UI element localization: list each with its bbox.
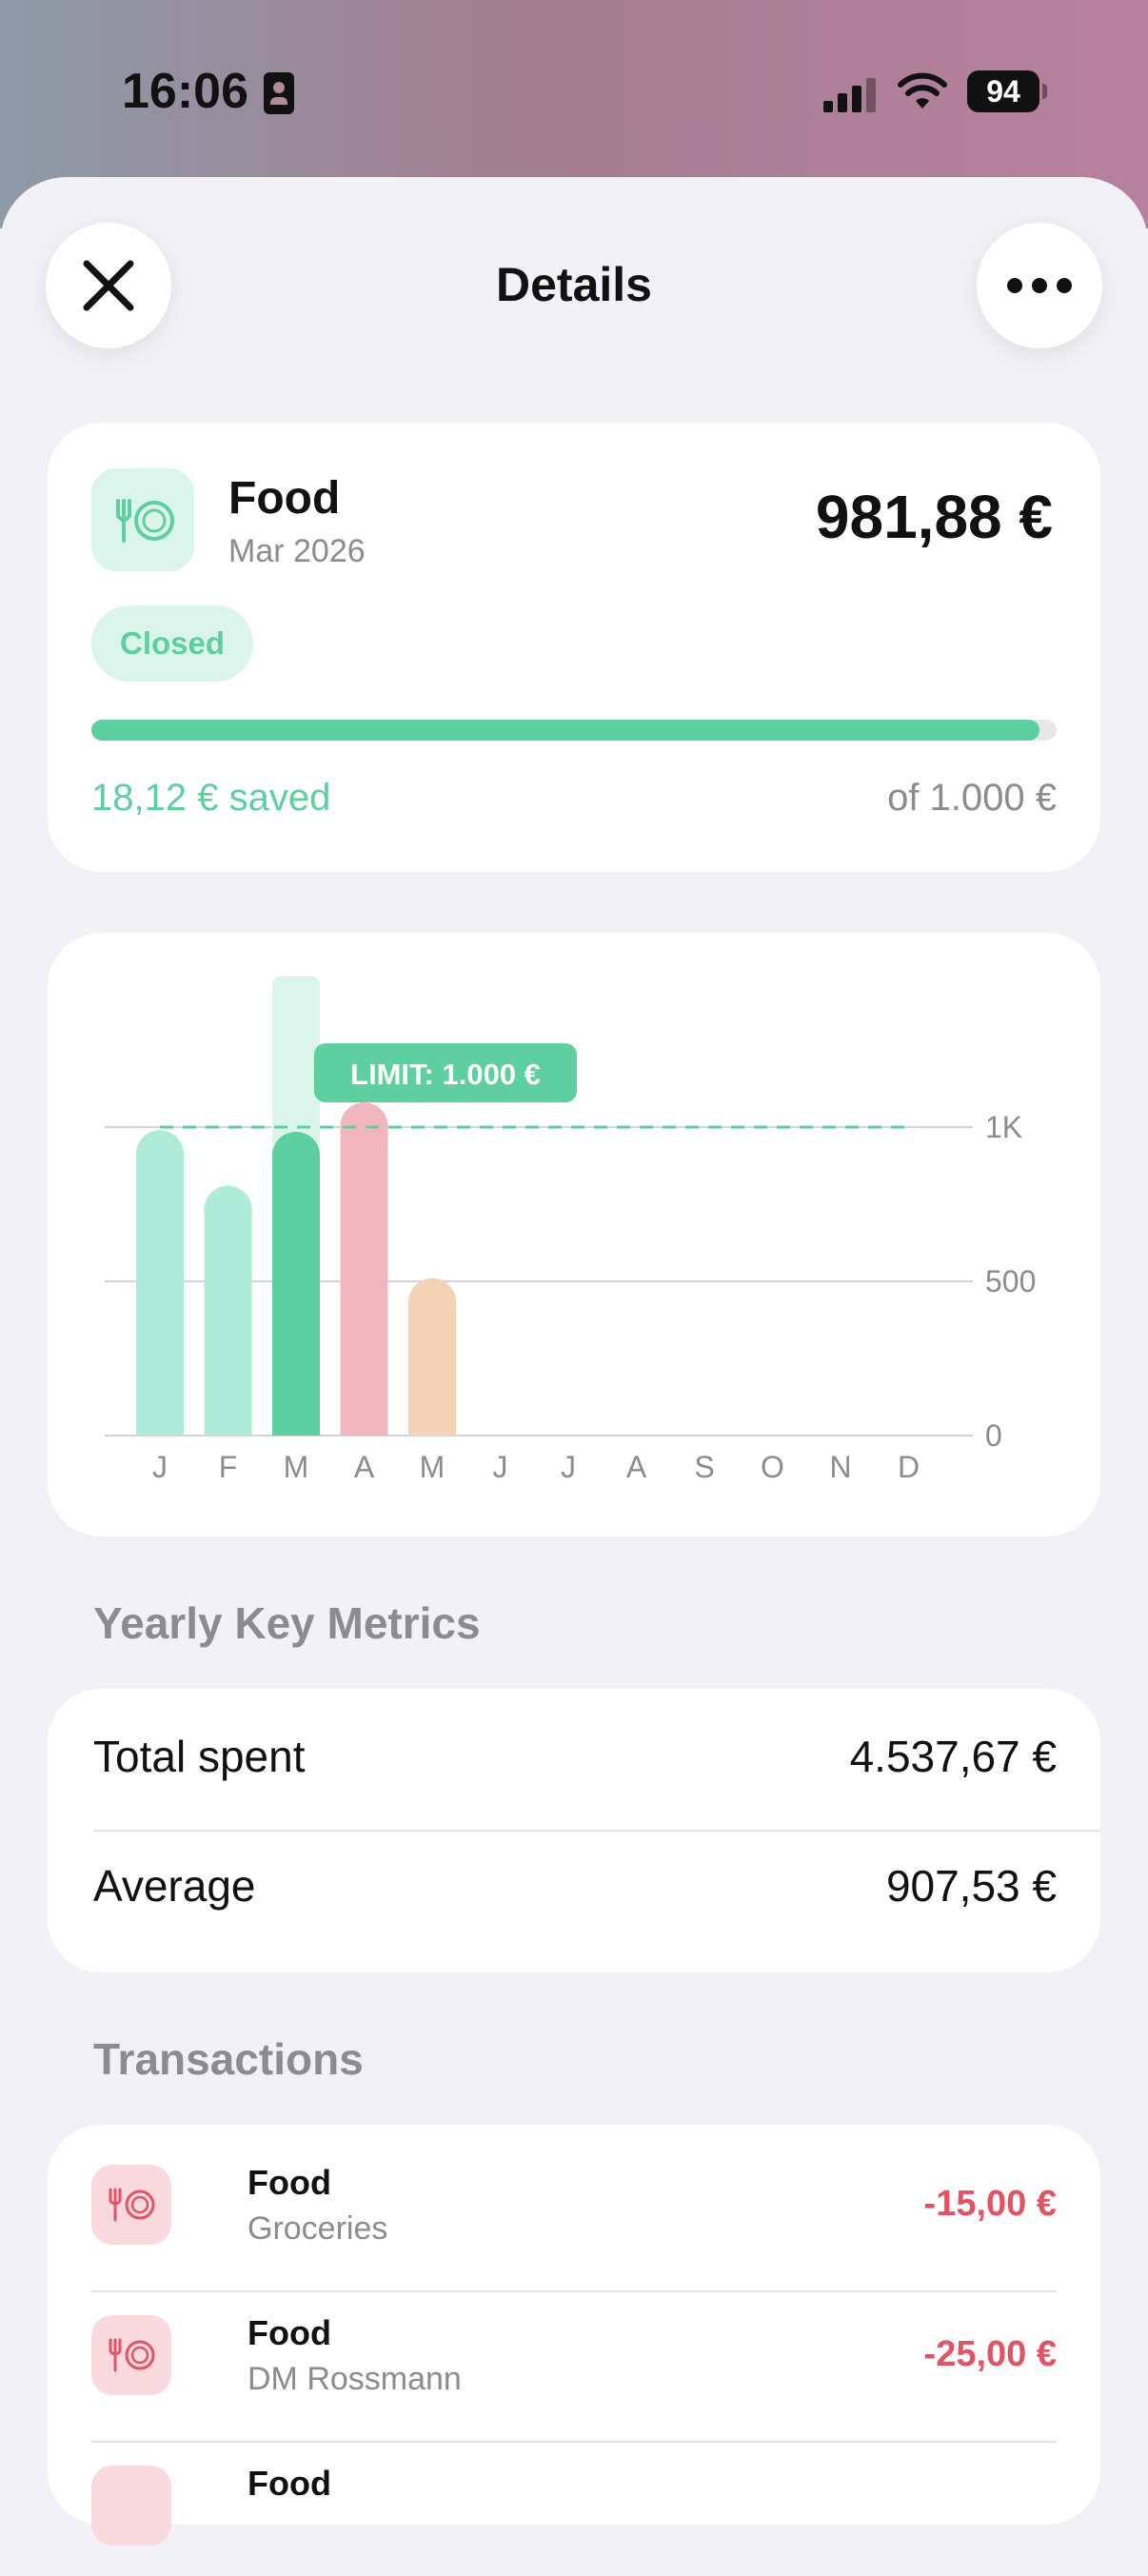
cellular-signal-icon bbox=[823, 76, 881, 112]
metric-label: Total spent bbox=[93, 1732, 306, 1781]
x-tick-label: M bbox=[420, 1450, 445, 1484]
food-icon bbox=[91, 2165, 171, 2245]
x-tick-label: A bbox=[354, 1450, 375, 1484]
transaction-title: Food bbox=[247, 2313, 331, 2352]
metric-value: 907,53 € bbox=[885, 1861, 1057, 1911]
x-tick-label: F bbox=[219, 1450, 238, 1484]
x-tick-label: J bbox=[561, 1450, 576, 1484]
transaction-subtitle: DM Rossmann bbox=[247, 2361, 462, 2397]
x-tick-label: J bbox=[493, 1450, 508, 1484]
x-tick-label: J bbox=[152, 1450, 168, 1484]
transaction-row[interactable]: Food Groceries -15,00 € bbox=[91, 2125, 1057, 2275]
category-name: Food bbox=[228, 473, 341, 524]
transaction-amount: -15,00 € bbox=[923, 2184, 1057, 2224]
x-tick-label: N bbox=[829, 1450, 851, 1484]
key-metrics-card: Total spent 4.537,67 € Average 907,53 € bbox=[48, 1689, 1100, 1972]
metric-label: Average bbox=[93, 1861, 256, 1911]
more-options-button[interactable] bbox=[977, 223, 1102, 348]
chart-bar bbox=[204, 1185, 252, 1436]
budget-progress-bar bbox=[91, 720, 1057, 741]
contact-card-icon bbox=[264, 72, 294, 114]
food-icon bbox=[91, 2315, 171, 2395]
battery-indicator: 94 bbox=[967, 70, 1047, 112]
metric-row-average: Average 907,53 € bbox=[93, 1818, 1057, 1948]
saved-amount: 18,12 € saved bbox=[91, 777, 331, 819]
transaction-title: Food bbox=[247, 2163, 331, 2202]
ellipsis-icon bbox=[1007, 278, 1072, 293]
x-tick-label: S bbox=[694, 1450, 714, 1484]
food-category-icon bbox=[91, 468, 194, 571]
x-tick-label: A bbox=[626, 1450, 647, 1484]
status-time: 16:06 bbox=[122, 64, 248, 119]
transaction-title: Food bbox=[247, 2464, 331, 2503]
limit-label: LIMIT: 1.000 € bbox=[350, 1058, 541, 1091]
y-tick-label: 1K bbox=[985, 1110, 1022, 1144]
transactions-list: Food Groceries -15,00 € Food DM Rossmann… bbox=[48, 2125, 1100, 2546]
transaction-subtitle: Groceries bbox=[247, 2210, 388, 2247]
transaction-amount: -25,00 € bbox=[923, 2334, 1057, 2374]
food-icon bbox=[91, 2466, 171, 2546]
bar-chart: 0 500 1K LIMIT: 1.000 € J F M A M J J A S O N D bbox=[105, 976, 1036, 1484]
budget-limit: of 1.000 € bbox=[887, 777, 1057, 819]
x-tick-label: D bbox=[898, 1450, 920, 1484]
chart-bar bbox=[340, 1102, 388, 1436]
x-tick-label: O bbox=[761, 1450, 784, 1484]
metric-row-total: Total spent 4.537,67 € bbox=[93, 1689, 1057, 1818]
metric-value: 4.537,67 € bbox=[849, 1732, 1057, 1781]
wifi-icon bbox=[898, 72, 947, 109]
transaction-row[interactable]: Food DM Rossmann -25,00 € bbox=[91, 2275, 1057, 2426]
chart-bar bbox=[408, 1278, 456, 1436]
metrics-section-title: Yearly Key Metrics bbox=[93, 1598, 481, 1648]
chart-bar bbox=[136, 1130, 184, 1436]
transaction-row[interactable]: Food bbox=[91, 2426, 1057, 2576]
chart-bar bbox=[272, 1131, 320, 1436]
status-bar: 16:06 94 bbox=[0, 0, 1148, 181]
monthly-spending-chart: 0 500 1K LIMIT: 1.000 € J F M A M J J A S O N D bbox=[48, 933, 1100, 1536]
x-tick-label: M bbox=[284, 1450, 309, 1484]
transactions-section-title: Transactions bbox=[93, 2034, 364, 2084]
budget-summary-card[interactable]: Food Mar 2026 981,88 € Closed 18,12 € sa… bbox=[48, 423, 1100, 872]
status-badge: Closed bbox=[91, 605, 254, 682]
y-tick-label: 0 bbox=[985, 1418, 1002, 1453]
spent-amount: 981,88 € bbox=[815, 483, 1053, 551]
budget-period: Mar 2026 bbox=[228, 533, 366, 569]
budget-progress-fill bbox=[91, 720, 1039, 741]
y-tick-label: 500 bbox=[985, 1264, 1036, 1298]
